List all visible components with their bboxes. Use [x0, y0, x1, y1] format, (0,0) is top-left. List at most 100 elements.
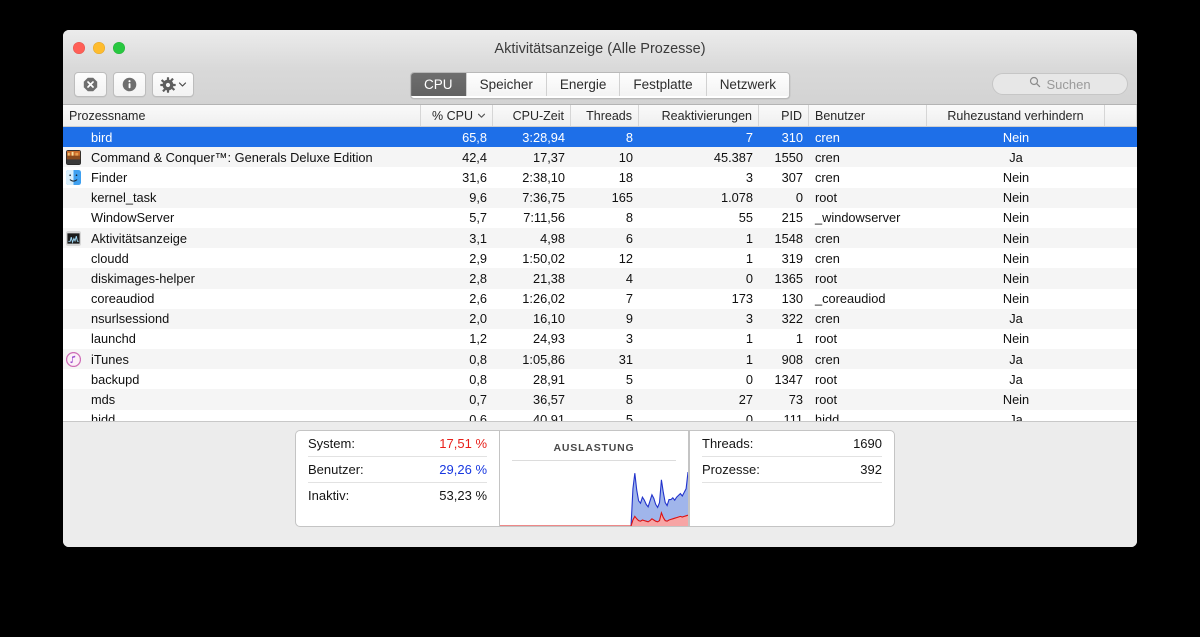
table-cell-threads: 4: [571, 271, 639, 286]
table-cell-cpu-time: 7:11,56: [493, 210, 571, 225]
chevron-down-icon: [178, 80, 187, 89]
tab-festplatte[interactable]: Festplatte: [620, 73, 707, 96]
tab-netzwerk[interactable]: Netzwerk: [706, 73, 789, 96]
column-header-benutzer[interactable]: Benutzer: [809, 105, 927, 126]
tab-cpu[interactable]: CPU: [411, 73, 467, 96]
table-row[interactable]: diskimages-helper 2,8 21,38 4 0 1365 root Nein: [63, 268, 1137, 289]
cell-value: 27: [738, 392, 753, 408]
table-cell-nap: Nein: [927, 130, 1105, 145]
cell-value: 45.387: [713, 149, 753, 165]
table-cell-user: _coreaudiod: [809, 291, 927, 306]
column-header-spacer[interactable]: [1105, 105, 1137, 126]
table-cell-wakeups: 3: [639, 170, 759, 185]
table-cell-threads: 8: [571, 210, 639, 225]
cell-value: 8: [625, 129, 633, 145]
table-row[interactable]: bird 65,8 3:28,94 8 7 310 cren Nein: [63, 127, 1137, 148]
cell-value: Nein: [1002, 210, 1030, 226]
process-name-label: backupd: [91, 371, 140, 387]
process-name-label: WindowServer: [91, 210, 175, 226]
table-row[interactable]: hidd 0,6 40,91 5 0 111 hidd Ja: [63, 409, 1137, 421]
tab-speicher[interactable]: Speicher: [466, 73, 547, 96]
table-cell-nap: Nein: [927, 231, 1105, 246]
info-circle-icon: [122, 77, 137, 92]
cell-value: Nein: [1002, 392, 1030, 408]
table-row[interactable]: nsurlsessiond 2,0 16,10 9 3 322 cren Ja: [63, 308, 1137, 329]
table-row[interactable]: iTunes 0,8 1:05,86 31 1 908 cren Ja: [63, 349, 1137, 370]
cpu-stat-row: System: 17,51 %: [308, 431, 487, 457]
table-cell-cpu: 5,7: [421, 210, 493, 225]
toolbar: CPU Speicher Energie Festplatte Netzwerk Suc…: [63, 68, 1137, 105]
cell-value: Nein: [1002, 129, 1030, 145]
table-row[interactable]: mds 0,7 36,57 8 27 73 root Nein: [63, 389, 1137, 410]
search-input[interactable]: Suchen: [992, 73, 1128, 95]
cell-value: cren: [815, 250, 840, 266]
cell-value: 24,93: [532, 331, 565, 347]
cpu-load-graph-panel: AUSLASTUNG: [499, 430, 689, 527]
window-title: Aktivitätsanzeige (Alle Prozesse): [494, 41, 706, 57]
tab-label: CPU: [424, 77, 453, 92]
cell-value: 0,7: [469, 392, 487, 408]
sort-chevron-down-icon: [477, 109, 486, 123]
table-row[interactable]: cloudd 2,9 1:50,02 12 1 319 cren Nein: [63, 248, 1137, 269]
table-cell-cpu-time: 28,91: [493, 372, 571, 387]
column-header-cpu-zeit[interactable]: CPU-Zeit: [493, 105, 571, 126]
table-cell-cpu-time: 24,93: [493, 331, 571, 346]
table-cell-pid: 130: [759, 291, 809, 306]
cell-value: root: [815, 270, 838, 286]
cpu-load-graph-title: AUSLASTUNG: [553, 442, 635, 454]
column-header-reaktivierungen[interactable]: Reaktivierungen: [639, 105, 759, 126]
table-row[interactable]: coreaudiod 2,6 1:26,02 7 173 130 _coreaudiod Ne…: [63, 288, 1137, 309]
cell-value: 5,7: [469, 210, 487, 226]
table-cell-cpu: 2,9: [421, 251, 493, 266]
column-header-pid[interactable]: PID: [759, 105, 809, 126]
quit-process-button[interactable]: [74, 72, 107, 97]
process-icon-activity-monitor: [66, 230, 81, 246]
table-row[interactable]: backupd 0,8 28,91 5 0 1347 root Ja: [63, 369, 1137, 390]
process-icon-none: [66, 311, 81, 326]
column-header-threads[interactable]: Threads: [571, 105, 639, 126]
column-header-prozessname[interactable]: Prozessname: [63, 105, 421, 126]
table-cell-nap: Nein: [927, 291, 1105, 306]
column-header-label: % CPU: [432, 108, 473, 123]
cell-value: 1: [795, 331, 803, 347]
table-cell-cpu: 42,4: [421, 150, 493, 165]
inspect-process-button[interactable]: [113, 72, 146, 97]
cell-value: 1:05,86: [522, 351, 565, 367]
table-cell-pid: 111: [759, 412, 809, 421]
column-header-label: Benutzer: [815, 108, 866, 123]
table-row[interactable]: kernel_task 9,6 7:36,75 165 1.078 0 root Nein: [63, 187, 1137, 208]
table-row[interactable]: WindowServer 5,7 7:11,56 8 55 215 _windowserve…: [63, 207, 1137, 228]
table-cell-name: backupd: [63, 372, 421, 387]
table-cell-nap: Nein: [927, 392, 1105, 407]
table-cell-user: cren: [809, 170, 927, 185]
table-cell-nap: Nein: [927, 210, 1105, 225]
table-cell-cpu: 0,6: [421, 412, 493, 421]
table-cell-nap: Nein: [927, 271, 1105, 286]
process-table[interactable]: bird 65,8 3:28,94 8 7 310 cren Nein Command & Co…: [63, 127, 1137, 421]
process-icon-none: [66, 130, 81, 145]
cell-value: Ja: [1009, 371, 1023, 387]
column-header-cpu[interactable]: % CPU: [421, 105, 493, 126]
cell-value: 36,57: [532, 392, 565, 408]
table-cell-wakeups: 45.387: [639, 150, 759, 165]
table-cell-cpu: 0,8: [421, 352, 493, 367]
table-row[interactable]: Finder 31,6 2:38,10 18 3 307 cren Nein: [63, 167, 1137, 188]
cell-value: 4: [625, 270, 633, 286]
cell-value: 21,38: [532, 270, 565, 286]
cell-value: cren: [815, 230, 840, 246]
table-row[interactable]: launchd 1,2 24,93 3 1 1 root Nein: [63, 328, 1137, 350]
table-cell-threads: 6: [571, 231, 639, 246]
view-options-button[interactable]: [152, 72, 194, 97]
table-row[interactable]: Command & Conquer™: Generals Deluxe Edit…: [63, 147, 1137, 168]
column-header-ruhezustand-verhindern[interactable]: Ruhezustand verhindern: [927, 105, 1105, 126]
table-cell-wakeups: 0: [639, 412, 759, 421]
cell-value: 1:26,02: [522, 291, 565, 307]
table-cell-user: root: [809, 190, 927, 205]
table-cell-name: nsurlsessiond: [63, 311, 421, 326]
table-cell-wakeups: 7: [639, 130, 759, 145]
cell-value: _windowserver: [815, 210, 901, 226]
table-cell-cpu-time: 1:05,86: [493, 352, 571, 367]
table-row[interactable]: Aktivitätsanzeige 3,1 4,98 6 1 1548 cren Nein: [63, 227, 1137, 249]
table-cell-threads: 5: [571, 372, 639, 387]
tab-energie[interactable]: Energie: [546, 73, 621, 96]
